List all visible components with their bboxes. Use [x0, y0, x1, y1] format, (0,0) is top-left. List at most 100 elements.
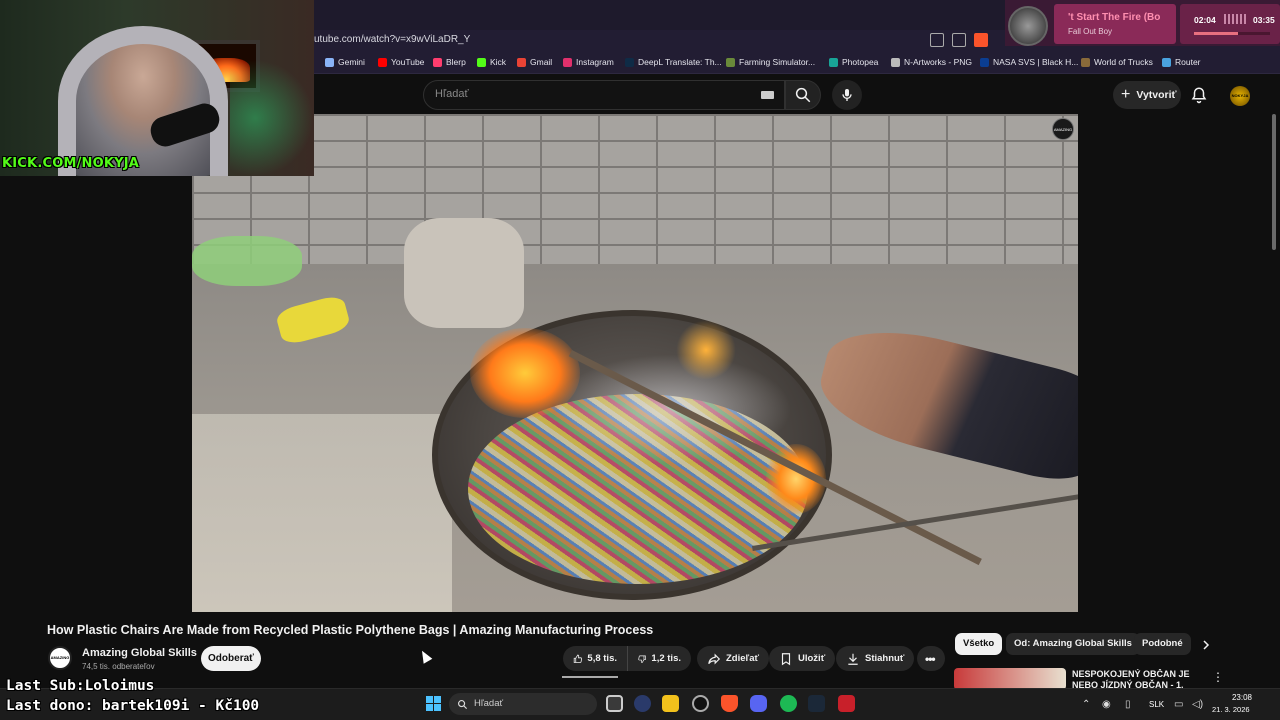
brave-browser-icon[interactable] — [721, 695, 738, 712]
download-button[interactable]: Stiahnuť — [836, 646, 915, 671]
recommendation-thumbnail[interactable] — [954, 668, 1066, 690]
task-view-icon[interactable] — [606, 695, 623, 712]
taskbar-search-icon — [458, 700, 468, 710]
webcam-green-light — [230, 60, 314, 176]
deepl-icon — [625, 57, 634, 67]
subscribe-button[interactable]: Odoberať — [201, 646, 261, 671]
plus-icon: + — [1121, 86, 1131, 103]
video-scene-light-patch — [192, 414, 452, 612]
search-input[interactable] — [423, 80, 785, 110]
nasa-icon — [980, 57, 989, 67]
brave-shield-icon[interactable] — [974, 33, 988, 47]
bookmark-n-artworks[interactable]: N-Artworks - PNG — [891, 57, 972, 67]
tray-app-icon-2[interactable]: ▯ — [1125, 699, 1131, 710]
dislike-count: 1,2 tis. — [651, 653, 681, 664]
chip-from-channel[interactable]: Od: Amazing Global Skills — [1006, 633, 1140, 655]
video-player[interactable]: AMAZING — [192, 114, 1078, 612]
keyboard-icon[interactable] — [761, 91, 774, 99]
song-progress-track — [1194, 32, 1270, 35]
spotify-icon[interactable] — [780, 695, 797, 712]
share-label: Zdieľať — [726, 653, 760, 664]
bookmark-farming-simulator[interactable]: Farming Simulator... — [726, 57, 815, 67]
share-button[interactable]: Zdieľať — [697, 646, 770, 671]
video-scene-green-bag — [192, 236, 302, 286]
song-title: 't Start The Fire (Bo — [1068, 12, 1161, 23]
url-text[interactable]: utube.com/watch?v=x9wViLaDR_Y — [314, 34, 470, 45]
user-avatar[interactable]: NOKYJA — [1230, 86, 1250, 106]
like-button[interactable]: 5,8 tis. — [563, 646, 627, 671]
notifications-bell-icon[interactable] — [1190, 86, 1208, 104]
kick-channel-label: KICK.COM/NOKYJA — [2, 156, 140, 171]
thumbs-up-icon — [573, 654, 583, 663]
router-icon — [1162, 57, 1171, 67]
photopea-icon — [829, 57, 838, 67]
channel-avatar[interactable]: AMAZING — [48, 646, 72, 670]
bookmark-instagram[interactable]: Instagram — [563, 57, 614, 67]
file-explorer-icon[interactable] — [662, 695, 679, 712]
bookmark-world-of-trucks[interactable]: World of Trucks — [1081, 57, 1153, 67]
tray-expand-icon[interactable]: ⌃ — [1082, 699, 1090, 710]
webcam-overlay — [0, 0, 314, 176]
bookmark-kick[interactable]: Kick — [477, 57, 506, 67]
create-button[interactable]: + Vytvoriť — [1113, 81, 1181, 109]
channel-watermark[interactable]: AMAZING — [1052, 118, 1074, 140]
chips-next-icon[interactable] — [1200, 639, 1212, 651]
chip-related[interactable]: Podobné — [1134, 633, 1191, 655]
bookmark-photopea[interactable]: Photopea — [829, 57, 878, 67]
voice-search-button[interactable] — [832, 80, 862, 110]
bookmark-blerp[interactable]: Blerp — [433, 57, 466, 67]
save-button[interactable]: Uložiť — [769, 646, 836, 671]
taskbar-search[interactable]: Hľadať — [449, 693, 597, 715]
bookmark-gemini[interactable]: Gemini — [325, 57, 365, 67]
gemini-icon — [325, 57, 334, 67]
bookmark-nasa-svs[interactable]: NASA SVS | Black H... — [980, 57, 1078, 67]
music-info-panel — [1054, 4, 1176, 44]
song-time-current: 02:04 — [1194, 15, 1216, 25]
mouse-cursor — [417, 648, 433, 664]
app-icon[interactable] — [634, 695, 651, 712]
volume-icon[interactable]: ◁) — [1192, 699, 1203, 710]
video-scene-flame — [470, 328, 580, 418]
instagram-icon — [563, 57, 572, 67]
song-artist: Fall Out Boy — [1068, 27, 1113, 36]
clock-time[interactable]: 23:08 — [1230, 693, 1252, 702]
save-label: Uložiť — [798, 653, 826, 664]
download-label: Stiahnuť — [865, 653, 905, 664]
windows-start-icon[interactable] — [426, 696, 441, 711]
video-scene-flame — [676, 320, 736, 380]
bookmark-deepl[interactable]: DeepL Translate: Th... — [625, 57, 722, 67]
tray-app-icon[interactable]: ◉ — [1102, 699, 1111, 710]
more-actions-button[interactable]: ••• — [917, 646, 945, 671]
world-of-trucks-icon — [1081, 57, 1090, 67]
download-icon — [848, 653, 858, 665]
dislike-button[interactable]: 1,2 tis. — [627, 646, 691, 671]
recommendation-more-icon[interactable]: ⋮ — [1212, 670, 1224, 684]
microphone-icon — [842, 89, 852, 101]
channel-name[interactable]: Amazing Global Skills — [82, 647, 197, 659]
network-icon[interactable]: ▭ — [1174, 699, 1183, 710]
obs-icon[interactable] — [692, 695, 709, 712]
like-count: 5,8 tis. — [587, 653, 617, 664]
steam-icon[interactable] — [808, 695, 825, 712]
album-art — [1008, 6, 1048, 46]
chip-all[interactable]: Všetko — [955, 633, 1003, 655]
share-icon[interactable] — [952, 33, 966, 47]
cast-icon[interactable] — [930, 33, 944, 47]
bookmark-youtube[interactable]: YouTube — [378, 57, 424, 67]
blerp-icon — [433, 57, 442, 67]
app-icon-red[interactable] — [838, 695, 855, 712]
thumbs-down-icon — [638, 654, 646, 663]
gmail-icon — [517, 57, 526, 67]
search-button[interactable] — [785, 80, 821, 110]
song-time-total: 03:35 — [1253, 15, 1275, 25]
tray-language[interactable]: SLK — [1149, 700, 1164, 709]
farming-simulator-icon — [726, 57, 735, 67]
discord-icon[interactable] — [750, 695, 767, 712]
page-scrollbar[interactable] — [1272, 114, 1276, 250]
bookmark-router[interactable]: Router — [1162, 57, 1201, 67]
clock-date[interactable]: 21. 3. 2026 — [1212, 705, 1250, 714]
n-artworks-icon — [891, 57, 900, 67]
song-progress-fill — [1194, 32, 1239, 35]
search-placeholder: Hľadať — [435, 88, 469, 100]
bookmark-gmail[interactable]: Gmail — [517, 57, 552, 67]
